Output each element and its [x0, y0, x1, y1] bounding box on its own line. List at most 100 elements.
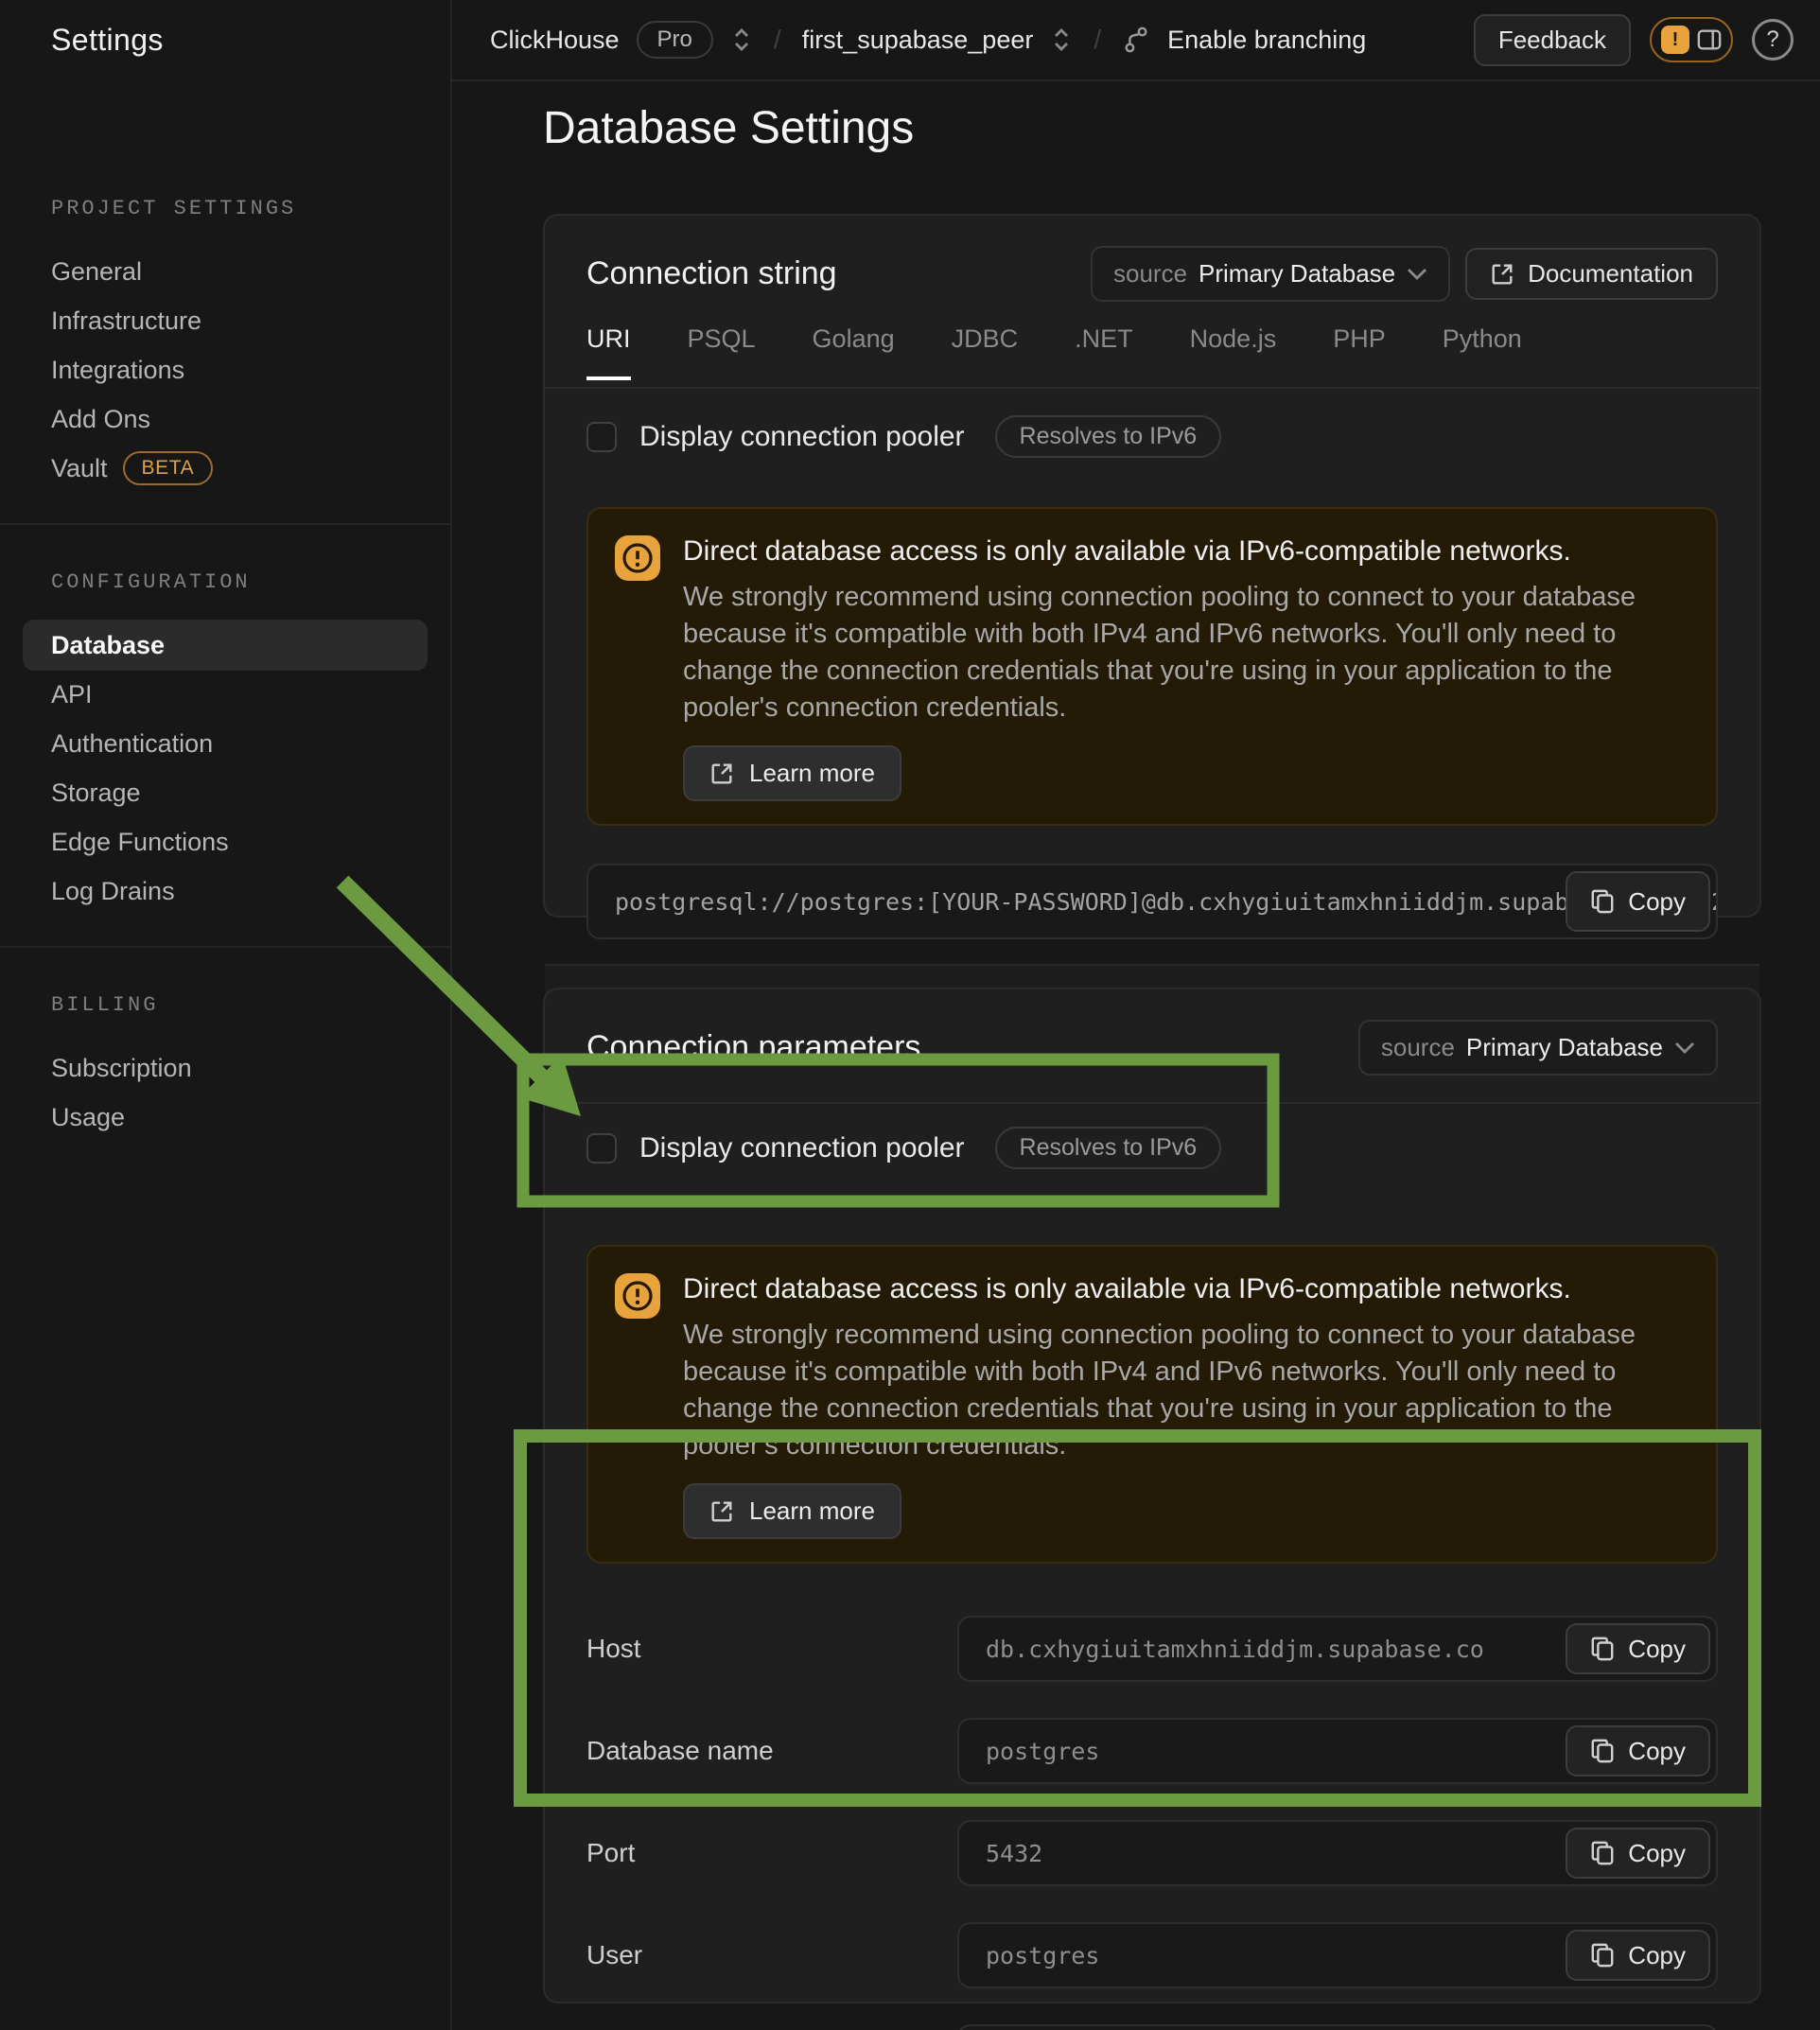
- app-title: Settings: [51, 23, 164, 58]
- documentation-button[interactable]: Documentation: [1465, 248, 1718, 300]
- sidebar-item-subscription[interactable]: Subscription: [0, 1043, 450, 1093]
- user-label: User: [586, 1940, 957, 1970]
- tab-python[interactable]: Python: [1443, 324, 1522, 380]
- feedback-button[interactable]: Feedback: [1474, 14, 1631, 66]
- git-branch-icon: [1122, 26, 1150, 54]
- display-connection-pooler-label: Display connection pooler: [639, 421, 965, 453]
- chevron-down-icon: [1407, 268, 1427, 281]
- panel-icon: [1697, 28, 1722, 51]
- chevron-down-icon: [1674, 1041, 1695, 1055]
- user-input[interactable]: postgres Copy: [957, 1922, 1718, 1988]
- sidebar: PROJECT SETTINGS General Infrastructure …: [0, 79, 452, 2030]
- connection-parameters-title: Connection parameters: [586, 1029, 920, 1066]
- display-connection-pooler-checkbox[interactable]: [586, 1133, 617, 1164]
- alert-body-text: We strongly recommend using connection p…: [683, 579, 1686, 726]
- database-name-input[interactable]: postgres Copy: [957, 1718, 1718, 1784]
- tab-nodejs[interactable]: Node.js: [1190, 324, 1277, 380]
- alert-warning-icon: [615, 1273, 660, 1319]
- topbar-app-section: Settings: [0, 0, 452, 79]
- project-switcher-chevrons-icon[interactable]: [1050, 26, 1073, 53]
- tab-psql[interactable]: PSQL: [688, 324, 756, 380]
- database-name-row: Database name postgres Copy: [545, 1700, 1759, 1802]
- password-row: Password [The password for your database…: [545, 2006, 1759, 2030]
- enable-branching-button[interactable]: Enable branching: [1167, 26, 1366, 55]
- copy-icon: [1590, 888, 1615, 915]
- copy-user-button[interactable]: Copy: [1566, 1930, 1710, 1981]
- source-select[interactable]: source Primary Database: [1091, 246, 1450, 302]
- sidebar-item-log-drains[interactable]: Log Drains: [0, 866, 450, 916]
- host-input[interactable]: db.cxhygiuitamxhniiddjm.supabase.co Copy: [957, 1616, 1718, 1682]
- sidebar-divider: [0, 946, 450, 948]
- warning-icon: !: [1661, 26, 1689, 54]
- alert-title: Direct database access is only available…: [683, 535, 1686, 568]
- org-status-pill[interactable]: !: [1650, 17, 1733, 62]
- resolves-to-ipv6-badge: Resolves to IPv6: [995, 1127, 1222, 1169]
- connection-string-title: Connection string: [586, 255, 837, 292]
- copy-uri-button[interactable]: Copy: [1566, 871, 1710, 932]
- plan-badge: Pro: [637, 21, 713, 59]
- port-label: Port: [586, 1838, 957, 1868]
- learn-more-button[interactable]: Learn more: [683, 1483, 901, 1539]
- ipv6-alert: Direct database access is only available…: [586, 507, 1718, 826]
- external-link-icon: [1490, 262, 1514, 287]
- display-connection-pooler-label: Display connection pooler: [639, 1132, 965, 1164]
- sidebar-section-configuration: CONFIGURATION: [51, 570, 450, 594]
- alert-body-text: We strongly recommend using connection p…: [683, 1317, 1686, 1464]
- display-connection-pooler-checkbox[interactable]: [586, 422, 617, 452]
- tab-php[interactable]: PHP: [1333, 324, 1386, 380]
- page-title: Database Settings: [543, 102, 914, 154]
- tab-golang[interactable]: Golang: [813, 324, 895, 380]
- copy-icon: [1590, 1738, 1615, 1764]
- breadcrumb-project[interactable]: first_supabase_peer: [802, 26, 1034, 55]
- source-select[interactable]: source Primary Database: [1358, 1020, 1718, 1076]
- breadcrumb-separator: /: [770, 25, 785, 55]
- copy-database-name-button[interactable]: Copy: [1566, 1725, 1710, 1776]
- breadcrumb: ClickHouse Pro / first_supabase_peer / E…: [452, 0, 1474, 79]
- tab-uri[interactable]: URI: [586, 324, 631, 380]
- connection-parameters-card: Connection parameters source Primary Dat…: [543, 988, 1761, 2004]
- password-input[interactable]: [The password for your database]: [957, 2024, 1718, 2030]
- topbar-actions: Feedback ! ?: [1474, 0, 1820, 79]
- alert-warning-icon: [615, 535, 660, 581]
- breadcrumb-separator: /: [1090, 25, 1105, 55]
- connection-string-card: Connection string source Primary Databas…: [543, 214, 1761, 918]
- sidebar-item-api[interactable]: API: [0, 670, 450, 719]
- connection-uri-field[interactable]: postgresql://postgres:[YOUR-PASSWORD]@db…: [586, 864, 1718, 939]
- org-switcher-chevrons-icon[interactable]: [730, 26, 753, 53]
- sidebar-item-infrastructure[interactable]: Infrastructure: [0, 296, 450, 345]
- help-icon[interactable]: ?: [1752, 19, 1794, 61]
- sidebar-section-billing: BILLING: [51, 993, 450, 1017]
- tab-dotnet[interactable]: .NET: [1075, 324, 1133, 380]
- tab-jdbc[interactable]: JDBC: [952, 324, 1019, 380]
- sidebar-item-add-ons[interactable]: Add Ons: [0, 394, 450, 444]
- database-name-label: Database name: [586, 1736, 957, 1766]
- top-bar: Settings ClickHouse Pro / first_supabase…: [0, 0, 1820, 81]
- port-row: Port 5432 Copy: [545, 1802, 1759, 1904]
- connection-string-tabs: URI PSQL Golang JDBC .NET Node.js PHP Py…: [545, 324, 1759, 389]
- sidebar-section-project-settings: PROJECT SETTINGS: [51, 197, 450, 220]
- sidebar-item-integrations[interactable]: Integrations: [0, 345, 450, 394]
- breadcrumb-org[interactable]: ClickHouse: [490, 26, 620, 55]
- connection-uri-value: postgresql://postgres:[YOUR-PASSWORD]@db…: [588, 888, 1716, 916]
- learn-more-button[interactable]: Learn more: [683, 745, 901, 801]
- host-label: Host: [586, 1634, 957, 1664]
- copy-port-button[interactable]: Copy: [1566, 1828, 1710, 1879]
- copy-icon: [1590, 1636, 1615, 1662]
- sidebar-item-general[interactable]: General: [0, 247, 450, 296]
- sidebar-item-vault[interactable]: Vault BETA: [0, 444, 450, 493]
- sidebar-item-storage[interactable]: Storage: [0, 768, 450, 817]
- sidebar-divider: [0, 523, 450, 525]
- sidebar-item-usage[interactable]: Usage: [0, 1093, 450, 1142]
- sidebar-item-edge-functions[interactable]: Edge Functions: [0, 817, 450, 866]
- copy-icon: [1590, 1942, 1615, 1969]
- external-link-icon: [709, 1499, 734, 1524]
- sidebar-item-database[interactable]: Database: [0, 621, 450, 670]
- host-row: Host db.cxhygiuitamxhniiddjm.supabase.co…: [545, 1598, 1759, 1700]
- alert-title: Direct database access is only available…: [683, 1273, 1686, 1305]
- user-row: User postgres Copy: [545, 1904, 1759, 2006]
- copy-host-button[interactable]: Copy: [1566, 1623, 1710, 1674]
- sidebar-item-authentication[interactable]: Authentication: [0, 719, 450, 768]
- external-link-icon: [709, 761, 734, 786]
- port-input[interactable]: 5432 Copy: [957, 1820, 1718, 1886]
- resolves-to-ipv6-badge: Resolves to IPv6: [995, 415, 1222, 458]
